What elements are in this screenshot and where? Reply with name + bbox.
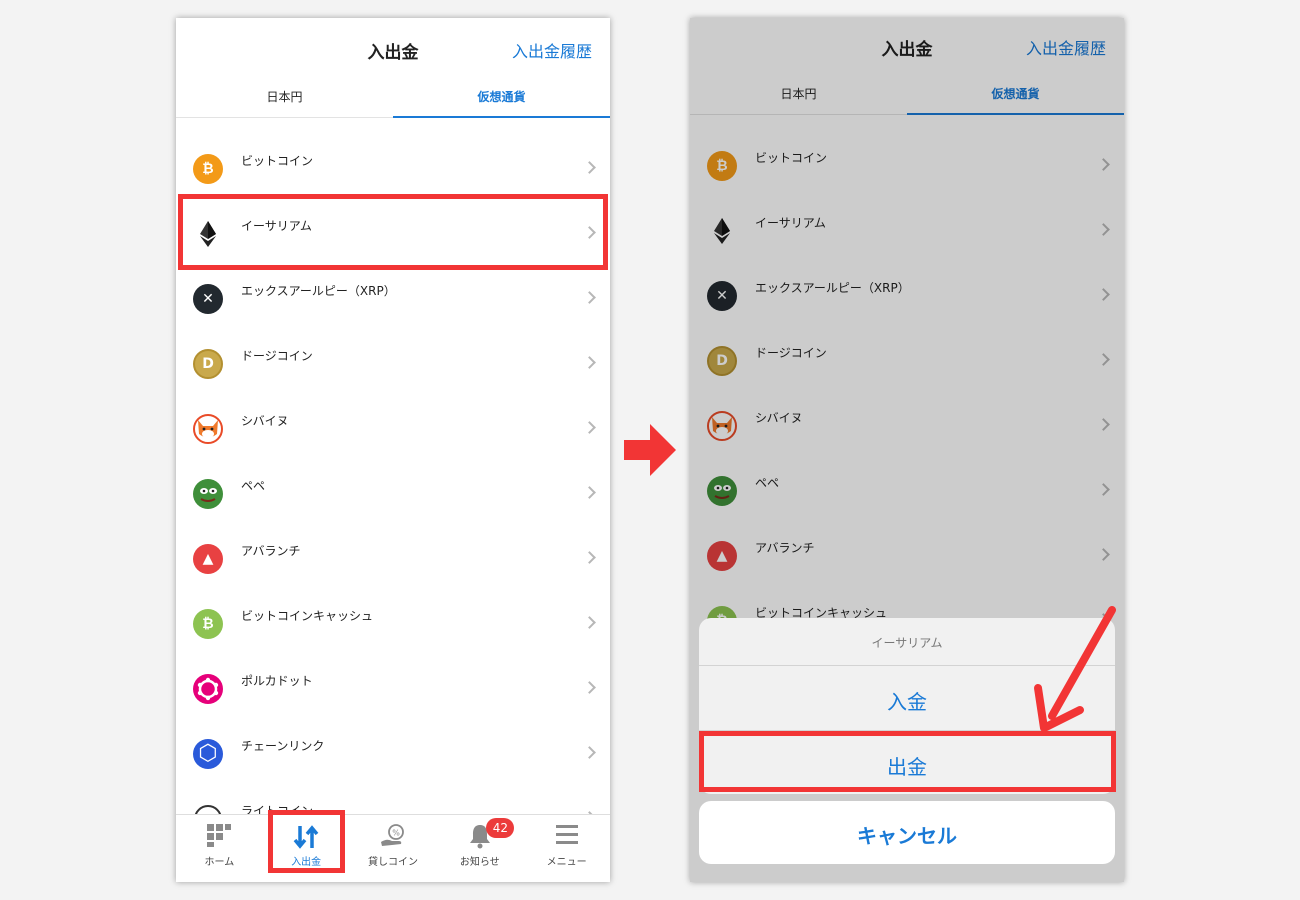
coin-label: ペペ xyxy=(241,479,266,493)
nav-notifications[interactable]: 42 お知らせ xyxy=(436,815,523,882)
coin-row[interactable]: ₿ ビットコインキャッシュ xyxy=(176,574,610,639)
chevron-right-icon xyxy=(583,356,596,369)
coin-glyph: D xyxy=(202,356,214,372)
pepe-icon xyxy=(193,479,223,509)
phone-screen-left: 入出金 入出金履歴 日本円 仮想通貨 ₿ ビットコイン イーサリアム ✕ エックスアール… xyxy=(176,18,610,882)
transfer-tab-highlight xyxy=(268,810,345,873)
bitcoin-cash-icon: ₿ xyxy=(193,609,223,639)
home-grid-icon xyxy=(207,824,232,847)
coin-label: シバイヌ xyxy=(241,414,289,428)
coin-glyph: ₿ xyxy=(202,616,214,632)
nav-label-lending: 貸しコイン xyxy=(367,857,418,868)
coin-label: ポルカドット xyxy=(241,674,313,688)
ethereum-row-highlight xyxy=(178,194,608,270)
lending-hand-icon: % xyxy=(380,824,404,846)
pointer-arrow-icon xyxy=(1034,606,1116,732)
chevron-right-icon xyxy=(583,161,596,174)
nav-lending[interactable]: % 貸しコイン xyxy=(350,815,437,882)
coin-glyph: ✕ xyxy=(202,291,214,307)
bitcoin-icon: ₿ xyxy=(193,154,223,184)
coin-row[interactable]: シバイヌ xyxy=(176,379,610,444)
phone-screen-right: 入出金 入出金履歴 日本円 仮想通貨 ₿ ビットコイン イーサリアム ✕ エックスアール… xyxy=(690,18,1124,882)
chevron-right-icon xyxy=(583,291,596,304)
chevron-right-icon xyxy=(583,616,596,629)
chevron-right-icon xyxy=(583,486,596,499)
hamburger-menu-icon xyxy=(555,825,578,844)
coin-row[interactable]: ▲ アバランチ xyxy=(176,509,610,574)
coin-row[interactable]: ₿ ビットコイン xyxy=(176,119,610,184)
tab-jpy[interactable]: 日本円 xyxy=(176,88,393,105)
coin-glyph: ▲ xyxy=(202,551,214,567)
coin-glyph: ₿ xyxy=(202,161,214,177)
dogecoin-icon: D xyxy=(193,349,223,379)
coin-row[interactable]: ポルカドット xyxy=(176,639,610,704)
nav-label-menu: メニュー xyxy=(546,857,587,868)
polkadot-icon xyxy=(193,674,223,704)
xrp-icon: ✕ xyxy=(193,284,223,314)
avalanche-icon: ▲ xyxy=(193,544,223,574)
history-link[interactable]: 入出金履歴 xyxy=(512,38,592,62)
header: 入出金 入出金履歴 xyxy=(176,18,610,80)
coin-label: チェーンリンク xyxy=(241,739,325,753)
chevron-right-icon xyxy=(583,746,596,759)
coin-glyph: ⬡ xyxy=(198,741,218,766)
coin-row[interactable]: D ドージコイン xyxy=(176,314,610,379)
coin-label: エックスアールピー（XRP） xyxy=(241,284,396,298)
coin-label: ドージコイン xyxy=(241,349,313,363)
coin-label: アバランチ xyxy=(241,544,301,558)
currency-tabs: 日本円 仮想通貨 xyxy=(176,80,610,118)
nav-label-home: ホーム xyxy=(204,857,235,868)
svg-text:%: % xyxy=(392,829,400,838)
chevron-right-icon xyxy=(583,551,596,564)
chainlink-icon: ⬡ xyxy=(193,739,223,769)
bottom-nav: ホーム 入出金 % 貸しコイン 42 お知らせ メニュー xyxy=(176,814,610,882)
nav-home[interactable]: ホーム xyxy=(176,815,263,882)
chevron-right-icon xyxy=(583,421,596,434)
cancel-button[interactable]: キャンセル xyxy=(699,801,1115,864)
coin-row[interactable]: ⬡ チェーンリンク xyxy=(176,704,610,769)
right-arrow-icon xyxy=(624,424,676,476)
nav-menu[interactable]: メニュー xyxy=(523,815,610,882)
coin-row[interactable]: ペペ xyxy=(176,444,610,509)
nav-label-notifications: お知らせ xyxy=(459,857,500,868)
shiba-inu-icon xyxy=(193,414,223,444)
notification-badge: 42 xyxy=(486,818,515,838)
coin-label: ビットコイン xyxy=(241,154,314,168)
coin-label: ビットコインキャッシュ xyxy=(241,609,374,623)
withdraw-button-highlight xyxy=(699,731,1116,792)
chevron-right-icon xyxy=(583,681,596,694)
active-tab-indicator xyxy=(393,116,610,118)
tab-crypto[interactable]: 仮想通貨 xyxy=(393,88,610,105)
